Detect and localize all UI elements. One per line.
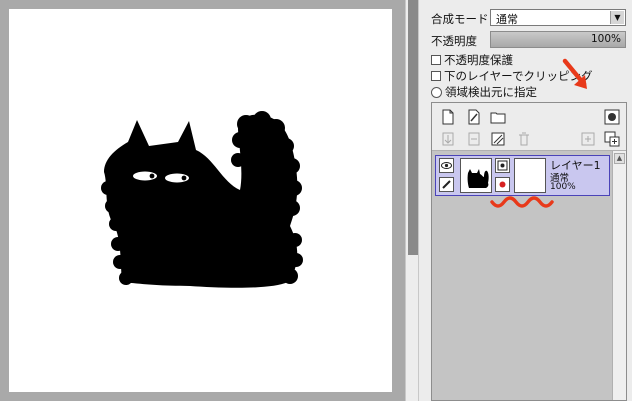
protect-opacity-option[interactable]: 不透明度保護: [431, 53, 513, 67]
chevron-down-icon[interactable]: ▼: [610, 11, 624, 24]
new-layer-icon[interactable]: [440, 109, 456, 125]
layer-opacity: 100%: [550, 182, 576, 192]
clear-layer-icon[interactable]: [490, 131, 506, 147]
scrollbar-thumb[interactable]: [408, 0, 418, 255]
blend-mode-select[interactable]: 通常 ▼: [490, 9, 626, 26]
layer-toolbar: [432, 103, 626, 151]
layer-thumbnail[interactable]: [460, 158, 492, 193]
scroll-up-arrow-icon[interactable]: ▲: [614, 153, 625, 164]
eye-icon[interactable]: [439, 158, 454, 173]
new-mask-icon[interactable]: [604, 131, 620, 147]
mask-thumbnail[interactable]: [514, 158, 546, 193]
layer-panel: レイヤー1 通常 100% ▲: [431, 102, 627, 401]
black-cat-drawing: [101, 111, 303, 288]
opacity-value: 100%: [590, 33, 621, 45]
layer-list-scrollbar[interactable]: ▲: [612, 151, 626, 400]
mask-edit-icon[interactable]: [495, 177, 510, 192]
selection-source-option[interactable]: 領域検出元に指定: [431, 85, 537, 99]
apply-mask-icon[interactable]: [580, 131, 596, 147]
merge-down-icon[interactable]: [466, 131, 482, 147]
red-arrow-annotation: [562, 58, 587, 89]
new-folder-icon[interactable]: [490, 109, 506, 125]
canvas-area[interactable]: [0, 0, 405, 401]
protect-opacity-checkbox[interactable]: [431, 55, 441, 65]
red-squiggle-annotation: [490, 196, 554, 208]
protect-opacity-label: 不透明度保護: [444, 53, 513, 67]
mask-toggle-icon[interactable]: [495, 158, 510, 173]
opacity-slider[interactable]: 100%: [490, 31, 626, 48]
clipping-checkbox[interactable]: [431, 71, 441, 81]
blend-mode-label: 合成モード: [431, 12, 489, 26]
selection-source-label: 領域検出元に指定: [445, 85, 537, 99]
blend-mode-value: 通常: [496, 13, 518, 26]
canvas-vertical-scrollbar[interactable]: [405, 0, 419, 401]
opacity-label: 不透明度: [431, 34, 477, 48]
layer-mask-icon[interactable]: [604, 109, 620, 125]
selection-source-radio[interactable]: [431, 86, 442, 98]
layer-row[interactable]: レイヤー1 通常 100%: [435, 155, 610, 196]
delete-layer-icon[interactable]: [516, 131, 532, 147]
new-vector-layer-icon[interactable]: [466, 109, 482, 125]
pencil-icon[interactable]: [439, 177, 454, 192]
transfer-down-icon[interactable]: [440, 131, 456, 147]
